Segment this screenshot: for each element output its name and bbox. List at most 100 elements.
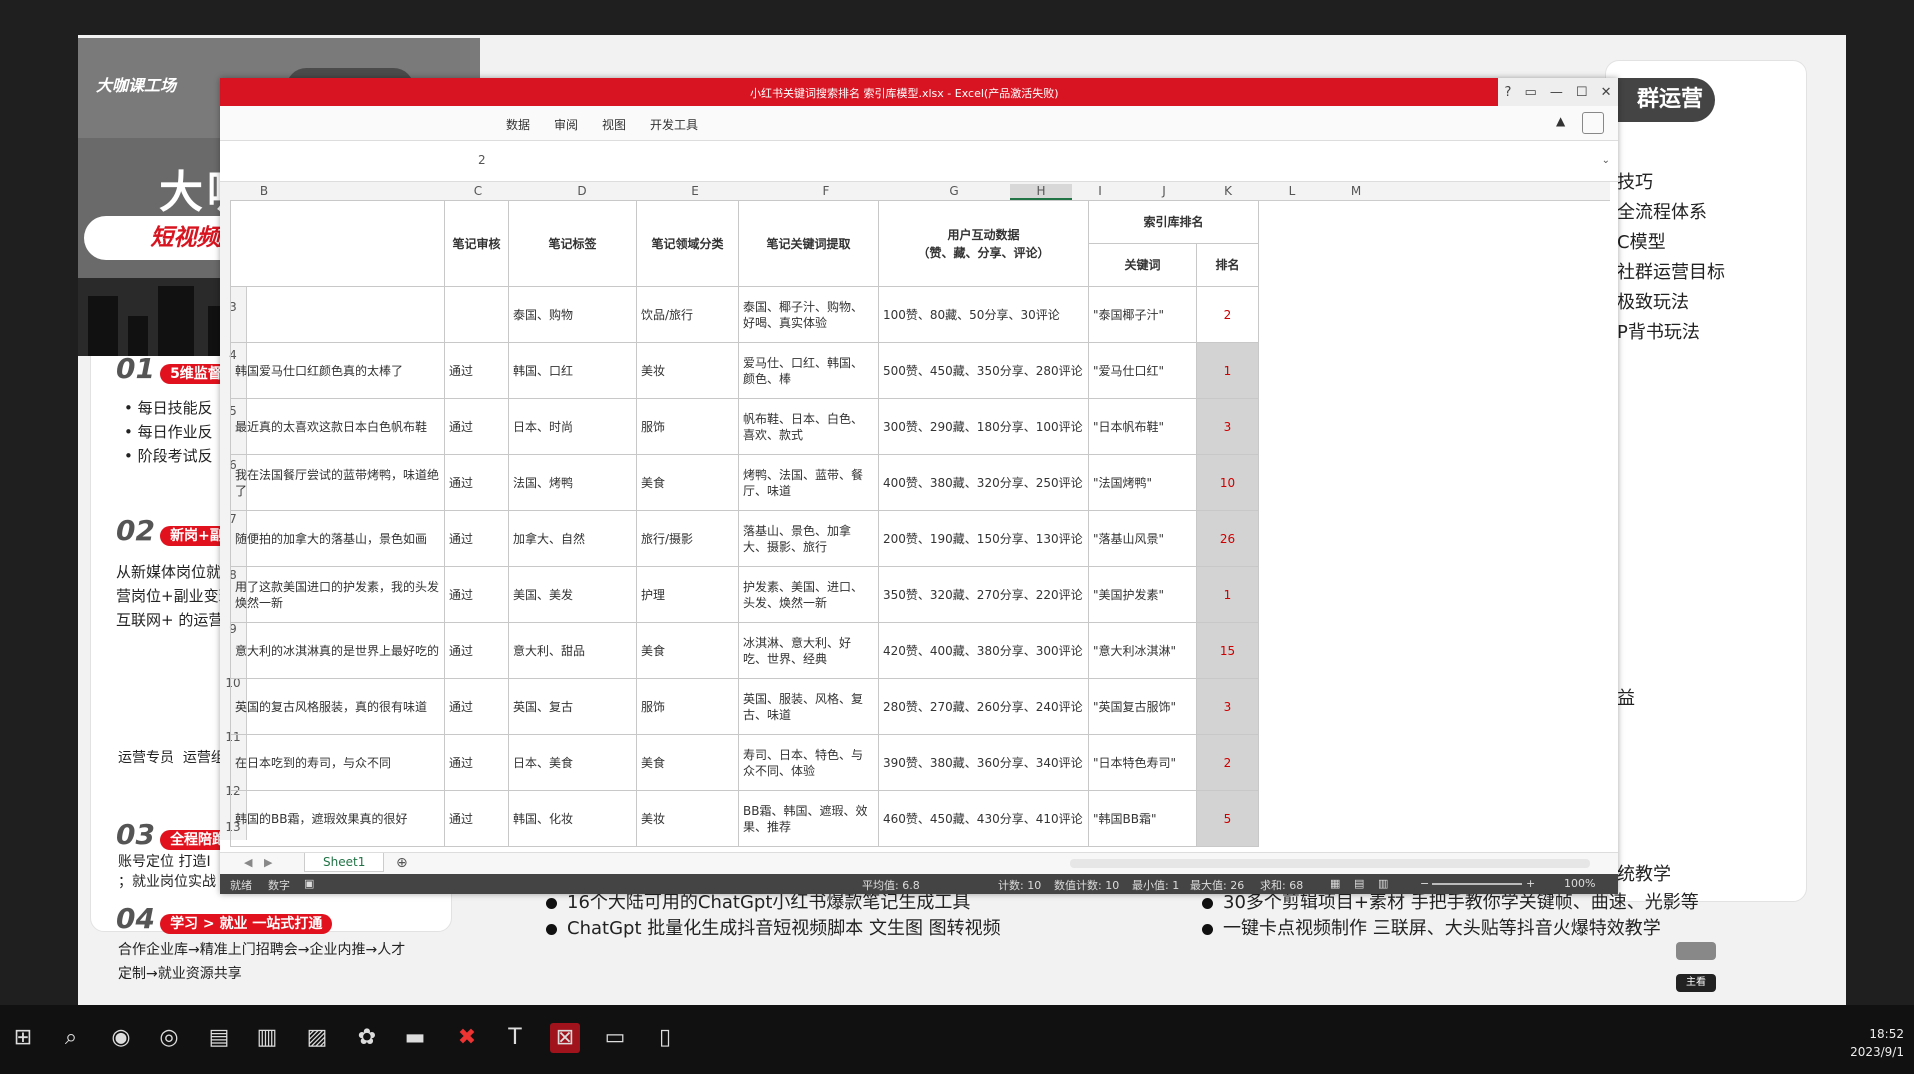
- cell-keywords[interactable]: 烤鸭、法国、蓝带、餐厅、味道: [738, 454, 879, 511]
- column-header[interactable]: C: [458, 184, 498, 198]
- cell-tags[interactable]: 加拿大、自然: [508, 510, 637, 567]
- cell-tags[interactable]: 英国、复古: [508, 678, 637, 735]
- column-header[interactable]: F: [806, 184, 846, 198]
- zoom-in-icon[interactable]: +: [1526, 877, 1535, 890]
- cell-tags[interactable]: 日本、美食: [508, 734, 637, 791]
- app-icon[interactable]: ✿: [352, 1023, 382, 1053]
- cell-keywords[interactable]: 护发素、美国、进口、头发、焕然一新: [738, 566, 879, 623]
- cell-keywords[interactable]: 寿司、日本、特色、与众不同、体验: [738, 734, 879, 791]
- typora-icon[interactable]: T: [500, 1023, 530, 1053]
- column-header[interactable]: B: [258, 184, 270, 198]
- cell-keywords[interactable]: 英国、服装、风格、复古、味道: [738, 678, 879, 735]
- cell-keyword[interactable]: "泰国椰子汁": [1088, 286, 1197, 343]
- sheet-tab[interactable]: Sheet1: [304, 853, 385, 872]
- cell-keywords[interactable]: 帆布鞋、日本、白色、喜欢、款式: [738, 398, 879, 455]
- cell-rank[interactable]: 3: [1196, 678, 1259, 735]
- cell-rank[interactable]: 2: [1196, 734, 1259, 791]
- cell-rank[interactable]: 2: [1196, 286, 1259, 343]
- photos-icon[interactable]: ▨: [302, 1023, 332, 1053]
- cell-interaction[interactable]: 280赞、270藏、260分享、240评论: [878, 678, 1089, 735]
- system-clock[interactable]: 18:52 2023/9/1: [1850, 1025, 1904, 1061]
- header-index-rank[interactable]: 索引库排名: [1088, 200, 1259, 244]
- header-interaction[interactable]: 用户互动数据 （赞、藏、分享、评论）: [878, 200, 1089, 287]
- sheet-scroll-right-icon[interactable]: ▶: [264, 856, 272, 869]
- cell-domain[interactable]: 美食: [636, 734, 739, 791]
- header-audit[interactable]: 笔记审核: [444, 200, 509, 287]
- notes-icon[interactable]: ▤: [204, 1023, 234, 1053]
- cell-audit[interactable]: [444, 286, 509, 343]
- ribbon-display-icon[interactable]: ▭: [1524, 85, 1536, 100]
- page-layout-icon[interactable]: ▤: [1354, 877, 1364, 890]
- mini-view-button[interactable]: 主看: [1676, 974, 1716, 992]
- cell-keywords[interactable]: 泰国、椰子汁、购物、好喝、真实体验: [738, 286, 879, 343]
- column-header[interactable]: E: [675, 184, 715, 198]
- cell-audit[interactable]: 通过: [444, 734, 509, 791]
- cell-rank[interactable]: 15: [1196, 622, 1259, 679]
- cell-keyword[interactable]: "法国烤鸭": [1088, 454, 1197, 511]
- column-header[interactable]: L: [1282, 184, 1302, 198]
- cell-rank[interactable]: 26: [1196, 510, 1259, 567]
- cell-audit[interactable]: 通过: [444, 566, 509, 623]
- cell-domain[interactable]: 美妆: [636, 342, 739, 399]
- cell-rank[interactable]: 1: [1196, 566, 1259, 623]
- cell-rank[interactable]: 10: [1196, 454, 1259, 511]
- help-icon[interactable]: ?: [1505, 85, 1512, 100]
- cell-note-title[interactable]: 在日本吃到的寿司，与众不同: [230, 734, 445, 791]
- cell-audit[interactable]: 通过: [444, 398, 509, 455]
- share-icon[interactable]: ▲: [1556, 114, 1565, 128]
- cell-keyword[interactable]: "日本帆布鞋": [1088, 398, 1197, 455]
- cell-rank[interactable]: 1: [1196, 342, 1259, 399]
- header-tags[interactable]: 笔记标签: [508, 200, 637, 287]
- cell-keyword[interactable]: "意大利冰淇淋": [1088, 622, 1197, 679]
- cell-keyword[interactable]: "英国复古服饰": [1088, 678, 1197, 735]
- cell-rank[interactable]: 5: [1196, 790, 1259, 847]
- cell-note-title[interactable]: 随便拍的加拿大的落基山，景色如画: [230, 510, 445, 567]
- column-header[interactable]: D: [562, 184, 602, 198]
- cell-audit[interactable]: 通过: [444, 622, 509, 679]
- cell-note-title[interactable]: 最近真的太喜欢这款日本白色帆布鞋: [230, 398, 445, 455]
- cell-domain[interactable]: 护理: [636, 566, 739, 623]
- windows-start-icon[interactable]: ⊞: [8, 1023, 38, 1053]
- cell-keyword[interactable]: "落基山风景": [1088, 510, 1197, 567]
- column-header[interactable]: M: [1346, 184, 1366, 198]
- column-header[interactable]: I: [1090, 184, 1110, 198]
- expand-formula-icon[interactable]: ⌄: [1602, 155, 1610, 166]
- cell-interaction[interactable]: 100赞、80藏、50分享、30评论: [878, 286, 1089, 343]
- cell-audit[interactable]: 通过: [444, 342, 509, 399]
- cell-domain[interactable]: 服饰: [636, 398, 739, 455]
- column-header-selected[interactable]: H: [1010, 184, 1072, 200]
- maximize-icon[interactable]: ☐: [1576, 85, 1588, 100]
- cell-interaction[interactable]: 500赞、450藏、350分享、280评论: [878, 342, 1089, 399]
- cell-keywords[interactable]: 冰淇淋、意大利、好吃、世界、经典: [738, 622, 879, 679]
- user-avatar[interactable]: [1582, 112, 1604, 134]
- tab-developer[interactable]: 开发工具: [650, 116, 698, 133]
- horizontal-scrollbar[interactable]: [1070, 859, 1590, 868]
- mini-control[interactable]: [1676, 942, 1716, 960]
- minimize-icon[interactable]: —: [1550, 85, 1563, 100]
- cell-interaction[interactable]: 390赞、380藏、360分享、340评论: [878, 734, 1089, 791]
- normal-view-icon[interactable]: ▦: [1330, 877, 1340, 890]
- tab-view[interactable]: 视图: [602, 116, 626, 133]
- tab-review[interactable]: 审阅: [554, 116, 578, 133]
- browser-edge-icon[interactable]: ◉: [106, 1023, 136, 1053]
- cell-tags[interactable]: 泰国、购物: [508, 286, 637, 343]
- cell-domain[interactable]: 旅行/摄影: [636, 510, 739, 567]
- cell-tags[interactable]: 意大利、甜品: [508, 622, 637, 679]
- xmind-icon[interactable]: ✖: [452, 1023, 482, 1053]
- folder-icon[interactable]: ▬: [400, 1023, 430, 1053]
- cell-domain[interactable]: 美妆: [636, 790, 739, 847]
- cell-domain[interactable]: 美食: [636, 454, 739, 511]
- cell-note-title[interactable]: 意大利的冰淇淋真的是世界上最好吃的: [230, 622, 445, 679]
- cell-tags[interactable]: 日本、时尚: [508, 398, 637, 455]
- column-header[interactable]: K: [1218, 184, 1238, 198]
- page-break-icon[interactable]: ▥: [1378, 877, 1388, 890]
- cell-note-title[interactable]: 韩国爱马仕口红颜色真的太棒了: [230, 342, 445, 399]
- cell-rank[interactable]: 3: [1196, 398, 1259, 455]
- chrome-icon[interactable]: ◎: [154, 1023, 184, 1053]
- zoom-out-icon[interactable]: −: [1420, 877, 1429, 890]
- cell-audit[interactable]: 通过: [444, 678, 509, 735]
- screen-icon[interactable]: ▭: [600, 1023, 630, 1053]
- cell-interaction[interactable]: 350赞、320藏、270分享、220评论: [878, 566, 1089, 623]
- excel-titlebar[interactable]: 小红书关键词搜索排名 索引库模型.xlsx - Excel(产品激活失败) ? …: [220, 78, 1618, 106]
- column-header[interactable]: G: [934, 184, 974, 198]
